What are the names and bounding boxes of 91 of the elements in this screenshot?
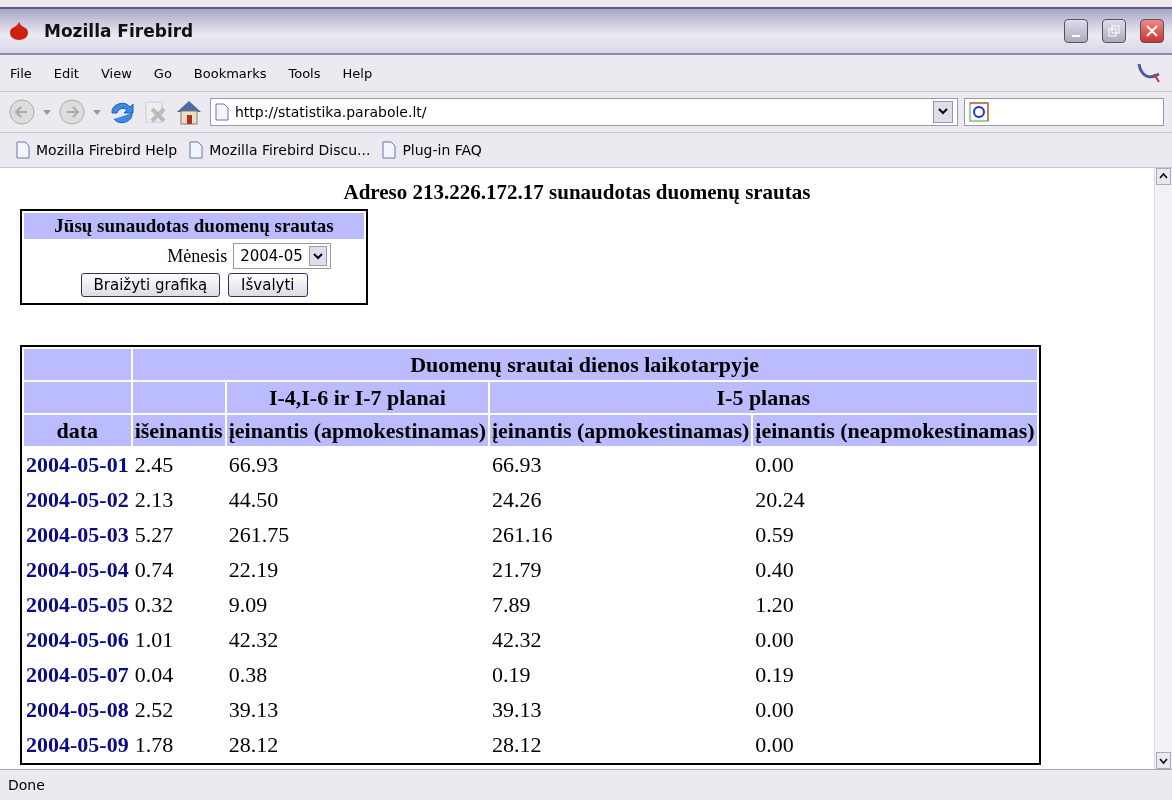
page-heading: Adreso 213.226.172.17 sunaudotas duomenų srautas (342, 180, 812, 205)
column-header: data (24, 415, 131, 446)
table-cell-text: 7.89 (491, 590, 532, 619)
column-header: išeinantis (132, 415, 225, 446)
window-title: Mozilla Firebird (44, 21, 195, 41)
search-field[interactable] (964, 98, 1164, 126)
table-cell-text: 0.19 (754, 660, 795, 689)
table-cell-text: 0.04 (133, 660, 175, 689)
table-cell-text: 28.12 (491, 730, 543, 759)
header-cell: Duomenų srautai dienos laikotarpyje (132, 349, 1037, 380)
menu-item[interactable]: View (100, 65, 132, 81)
table-cell-text: 39.13 (491, 695, 543, 724)
page-icon (382, 141, 397, 159)
address-text: http://statistika.parabole.lt/ (235, 104, 428, 120)
address-field[interactable]: http://statistika.parabole.lt/ (210, 98, 958, 126)
table-cell-text: 5.27 (133, 520, 175, 549)
menu-item[interactable]: Edit (53, 65, 79, 81)
scroll-up-icon[interactable] (1156, 168, 1171, 185)
table-cell-text: 22.19 (227, 555, 280, 584)
date-link[interactable]: 2004-05-07 (26, 661, 129, 687)
caret-icon (308, 246, 327, 266)
scroll-down-icon[interactable] (1156, 752, 1171, 769)
header-cell: I-4,I-6 ir I-7 planai (226, 382, 488, 413)
search-engine-icon (969, 102, 989, 122)
table-cell-text: 44.50 (227, 485, 280, 514)
table-cell-text: 0.00 (754, 730, 795, 759)
dropdown-button[interactable] (933, 101, 953, 123)
table-cell-text: 1.78 (133, 730, 175, 759)
table-cell-text: 0.40 (754, 555, 795, 584)
table-cell-text: 66.93 (491, 450, 543, 479)
table-cell-text: 42.32 (491, 625, 543, 654)
table-cell-text: 0.00 (754, 450, 795, 479)
table-cell-text: 1.20 (754, 590, 795, 619)
flame-icon (8, 21, 30, 41)
caret-icon (938, 108, 948, 116)
table-cell-text: 0.32 (133, 590, 175, 619)
bookmark[interactable]: Mozilla Firebird Discu... (189, 141, 371, 159)
menu-item[interactable]: Bookmarks (193, 65, 267, 81)
form-button[interactable]: Braižyti grafiką (80, 273, 221, 297)
table-cell-text: 66.93 (227, 450, 280, 479)
table-cell-text: 24.26 (491, 485, 543, 514)
table-cell-text: 261.75 (227, 520, 291, 549)
menu-item[interactable]: Go (153, 65, 172, 81)
table-cell-text: 1.01 (133, 625, 175, 654)
table-cell-text: 0.00 (754, 695, 795, 724)
table-cell-text: 39.13 (227, 695, 280, 724)
month-select[interactable]: 2004-05 (233, 243, 331, 269)
minimize-button[interactable] (1064, 19, 1088, 43)
table-cell-text: 20.24 (754, 485, 806, 514)
date-link[interactable]: 2004-05-06 (26, 626, 129, 652)
menu-item[interactable]: File (10, 65, 32, 81)
date-link[interactable]: 2004-05-04 (26, 556, 129, 582)
column-header: įeinantis (apmokestinamas) (226, 415, 488, 446)
table-cell-text: 0.19 (491, 660, 532, 689)
close-icon (1146, 25, 1158, 37)
bookmark[interactable]: Mozilla Firebird Help (16, 141, 178, 159)
menu-item[interactable]: Tools (288, 65, 321, 81)
minimize-icon (1072, 35, 1080, 37)
table-cell-text: 2.13 (133, 485, 175, 514)
restore-icon (1108, 25, 1120, 37)
table-cell-text: 0.38 (227, 660, 269, 689)
date-link[interactable]: 2004-05-02 (26, 486, 129, 512)
page-icon (189, 141, 204, 159)
table-cell-text: 261.16 (491, 520, 554, 549)
table-cell-text: 2.45 (133, 450, 175, 479)
column-header: įeinantis (neapmokestinamas) (753, 415, 1037, 446)
table-cell-text: 21.79 (491, 555, 543, 584)
status-text: Done (8, 777, 45, 793)
table-cell-text: 28.12 (227, 730, 280, 759)
header-cell: I-5 planas (490, 382, 1037, 413)
table-cell-text: 42.32 (227, 625, 280, 654)
date-link[interactable]: 2004-05-05 (26, 591, 129, 617)
table-cell-text: 2.52 (133, 695, 175, 724)
table-cell-text: 0.00 (754, 625, 795, 654)
form-button[interactable]: Išvalyti (228, 273, 308, 297)
page-icon (215, 103, 229, 121)
table-cell-text: 9.09 (227, 590, 269, 619)
bookmark[interactable]: Plug-in FAQ (382, 141, 482, 159)
page-icon (16, 141, 30, 159)
date-link[interactable]: 2004-05-08 (26, 696, 129, 722)
column-header: įeinantis (apmokestinamas) (490, 415, 752, 446)
menu-item[interactable]: Help (342, 65, 373, 81)
close-button[interactable] (1140, 19, 1164, 43)
date-link[interactable]: 2004-05-03 (26, 521, 129, 547)
date-link[interactable]: 2004-05-01 (26, 451, 129, 477)
month-label: Mėnesis (167, 245, 228, 267)
date-link[interactable]: 2004-05-09 (26, 731, 129, 757)
form-title: Jūsų sunaudotas duomenų srautas (24, 213, 364, 239)
restore-button[interactable] (1102, 19, 1126, 43)
table-cell-text: 0.59 (754, 520, 795, 549)
table-cell-text: 0.74 (133, 555, 175, 584)
